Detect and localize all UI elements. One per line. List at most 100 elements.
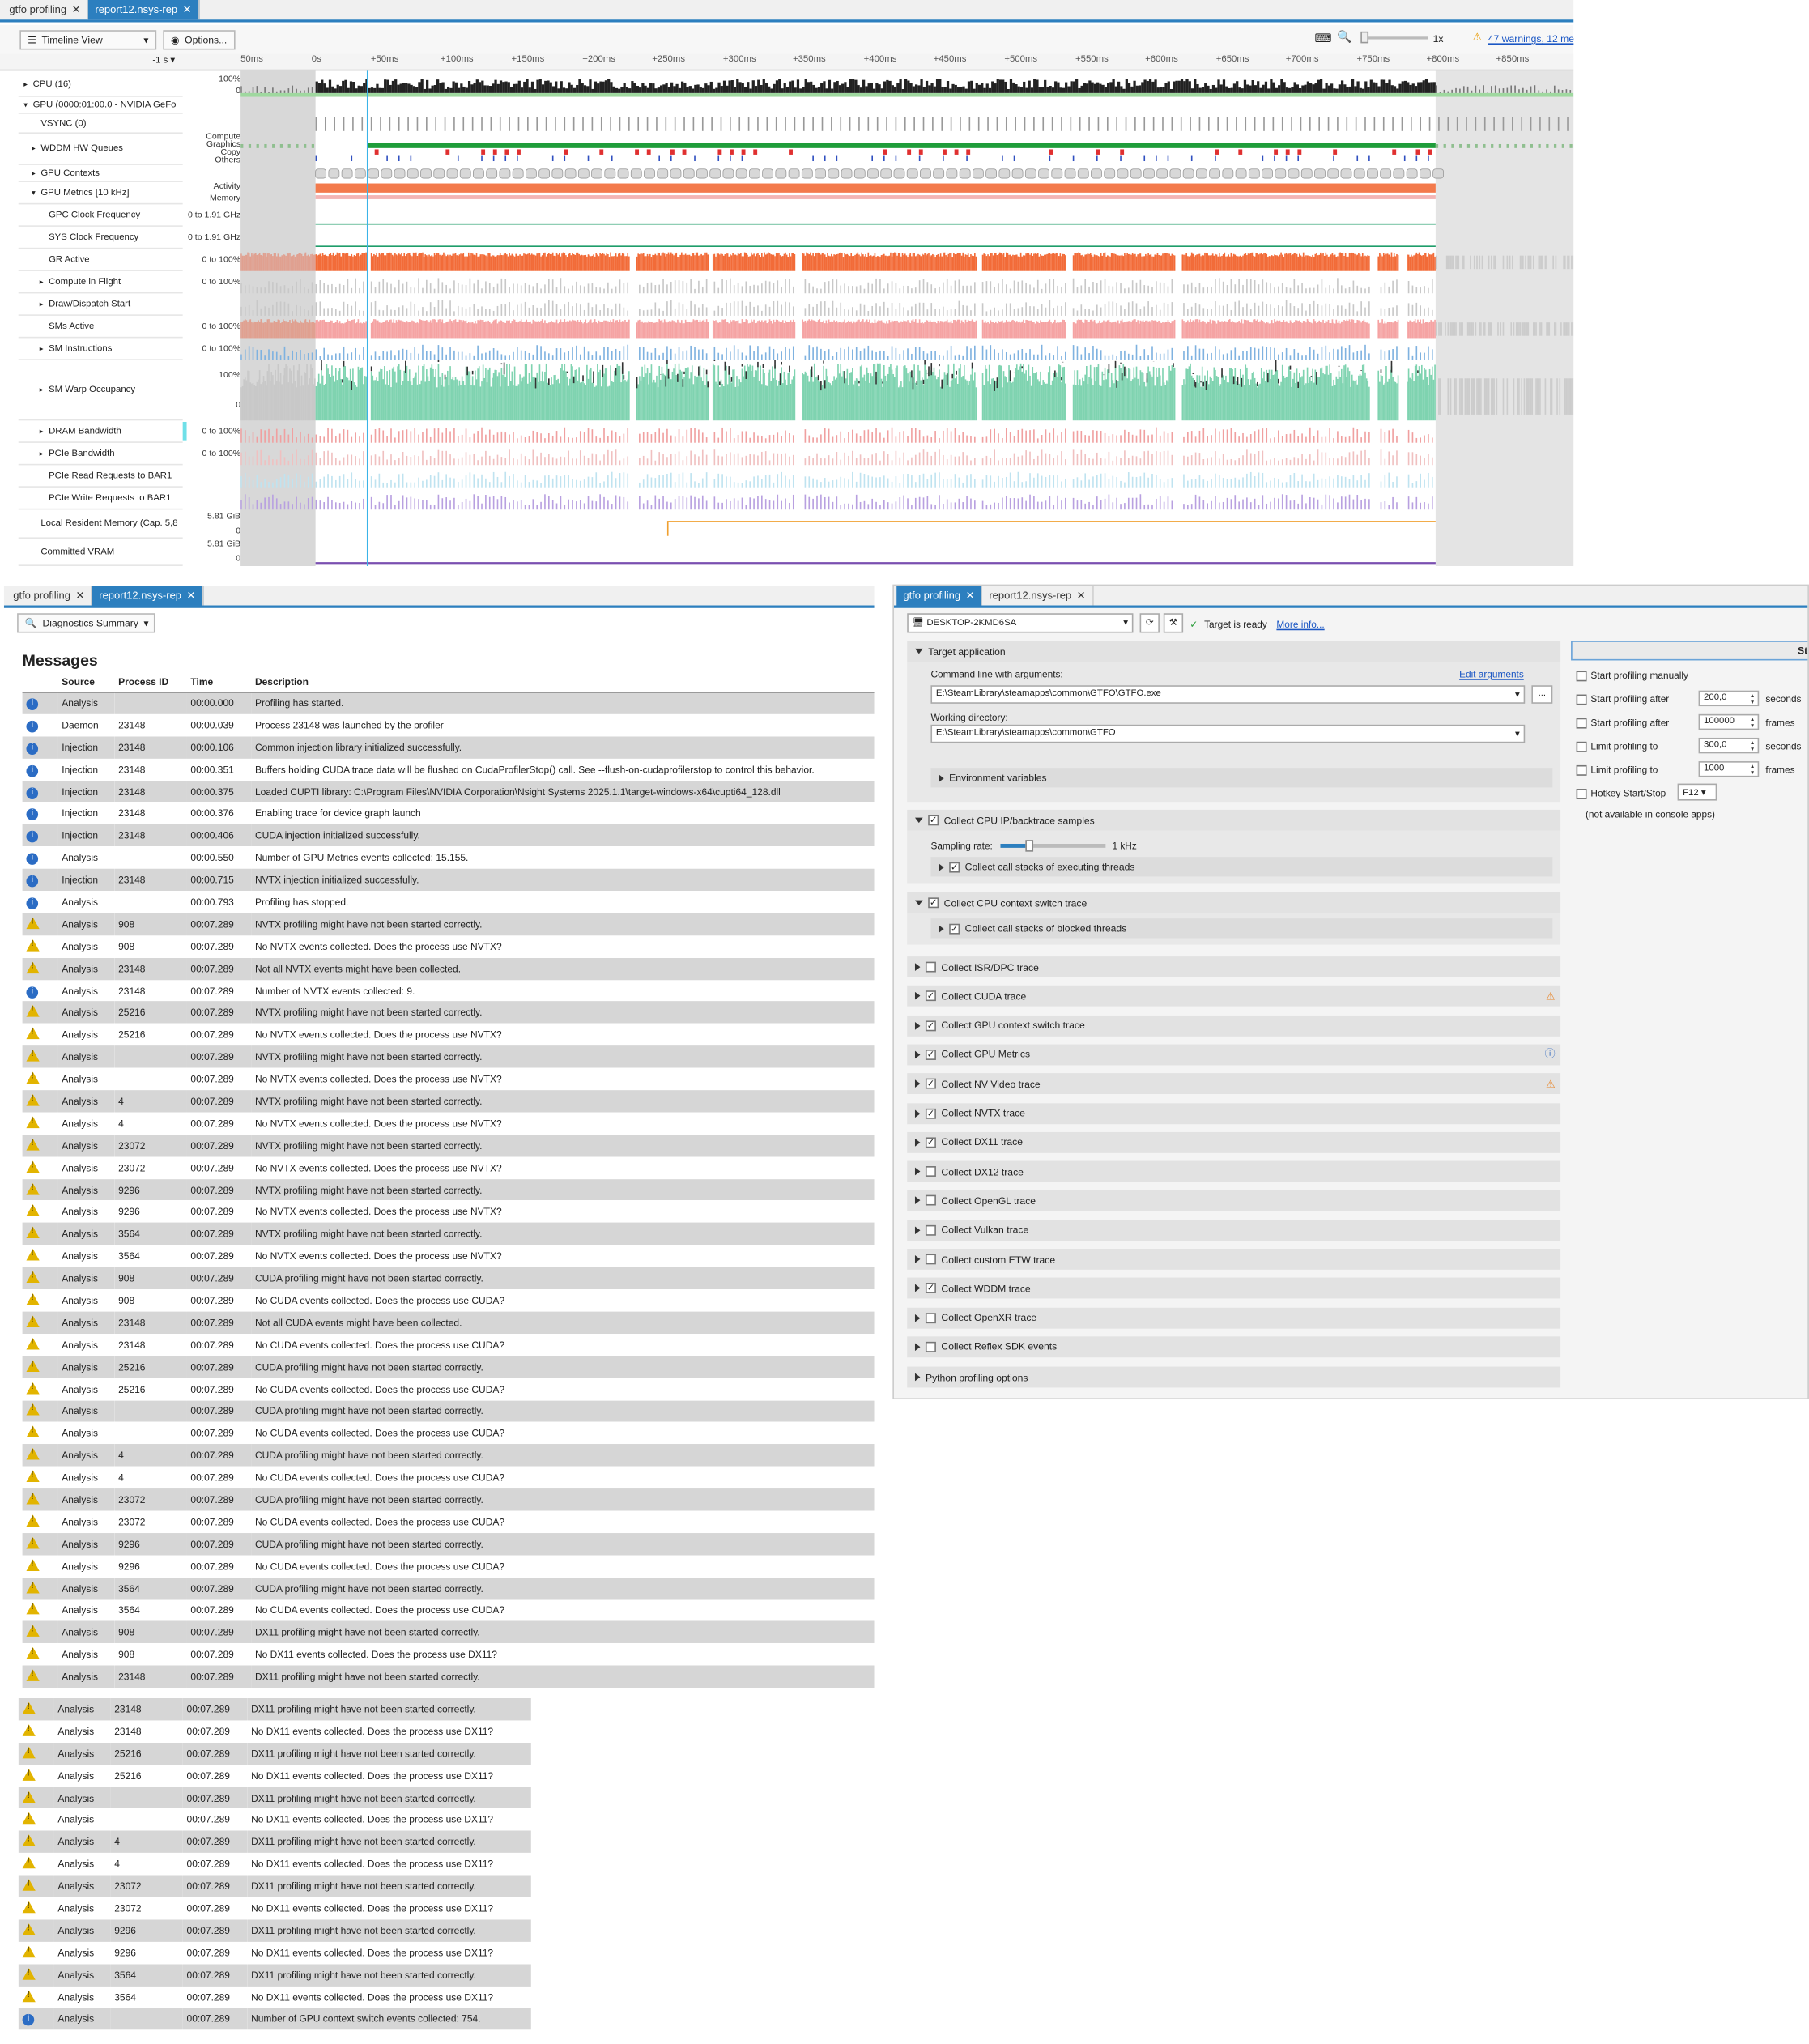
browse-button[interactable]: ... (1531, 685, 1553, 704)
message-row[interactable]: Analysis2307200:07.289CUDA profiling mig… (22, 1488, 875, 1511)
timeline-row-13[interactable]: ▸ SM Warp Occupancy (18, 360, 183, 421)
message-row[interactable]: Analysis2521600:07.289DX11 profiling mig… (18, 1742, 531, 1765)
message-row[interactable]: i Injection 23148 00:00.715 NVTX injection i… (22, 868, 875, 892)
start-after-frames-checkbox[interactable] (1576, 718, 1587, 729)
message-row[interactable]: Analysis400:07.289NVTX profiling might h… (22, 1090, 875, 1113)
message-row[interactable]: Analysis2314800:07.289DX11 profiling mig… (18, 1697, 531, 1721)
timeline-track[interactable] (240, 249, 1574, 271)
message-row[interactable]: i Injection 23148 00:00.406 CUDA injection i… (22, 824, 875, 847)
message-row[interactable]: i Injection 23148 00:00.106 Common injection… (22, 735, 875, 759)
zoom-slider[interactable] (1361, 36, 1428, 40)
limit-frames-checkbox[interactable] (1576, 764, 1587, 776)
sampling-rate-handle[interactable] (1025, 840, 1034, 852)
timeline-row-8[interactable]: GR Active (18, 249, 183, 271)
workdir-input[interactable]: E:\SteamLibrary\steamapps\common\GTFO ▾ (930, 724, 1526, 743)
call-stacks-blocked-section[interactable]: ✓ Collect call stacks of blocked threads (930, 918, 1553, 939)
cmdline-input[interactable]: E:\SteamLibrary\steamapps\common\GTFO\GT… (930, 685, 1526, 704)
message-row[interactable]: Analysis2307200:07.289DX11 profiling mig… (18, 1875, 531, 1897)
timeline-row-11[interactable]: SMs Active (18, 316, 183, 339)
timeline-tab-1[interactable]: report12.nsys-rep ✕ (88, 0, 200, 20)
timeline-track[interactable] (240, 338, 1573, 360)
message-row[interactable]: Analysis2314800:07.289Not all NVTX event… (22, 957, 875, 980)
option-checkbox[interactable]: ✓ (925, 1078, 936, 1089)
option-checkbox[interactable]: ✓ (925, 1137, 936, 1148)
message-row[interactable]: i Analysis 23148 00:07.289 Number of NVTX ev… (23, 980, 875, 1002)
message-row[interactable]: i Injection 23148 00:00.376 Enabling trace f… (23, 803, 875, 824)
zoom-icon[interactable]: 🔍 (1337, 30, 1351, 45)
environment-variables-section[interactable]: Environment variables (930, 768, 1553, 788)
timeline-row-10[interactable]: ▸ Draw/Dispatch Start (18, 293, 183, 316)
option-checkbox[interactable] (925, 1341, 936, 1352)
option-checkbox[interactable]: ✓ (925, 990, 936, 1002)
timeline-track[interactable] (240, 97, 1573, 114)
option-8[interactable]: Collect OpenGL trace (907, 1190, 1561, 1211)
expand-icon[interactable]: ▸ (40, 427, 49, 436)
option-3[interactable]: ✓ Collect GPU Metrics ⓘ (907, 1044, 1561, 1066)
message-row[interactable]: i Analysis 00:00.550 Number of GPU Metrics … (23, 847, 875, 869)
expand-icon[interactable]: ▸ (40, 300, 49, 309)
timeline-track[interactable] (240, 360, 1574, 421)
close-icon[interactable]: ✕ (187, 590, 196, 602)
expand-icon[interactable]: ▸ (40, 277, 49, 287)
message-row[interactable]: Analysis 4 00:07.289 No NVTX events collect… (23, 1113, 875, 1135)
message-row[interactable]: Analysis 00:07.289 No CUDA events collecte… (23, 1422, 875, 1444)
message-row[interactable]: Analysis 00:07.289NVTX profiling might ha… (22, 1045, 875, 1068)
message-row[interactable]: Analysis2521600:07.289CUDA profiling mig… (22, 1356, 875, 1378)
message-row[interactable]: Analysis 908 00:07.289 No CUDA events colle… (23, 1289, 875, 1311)
collapse-icon[interactable]: ▾ (23, 100, 32, 109)
edit-arguments-link[interactable]: Edit arguments (1459, 668, 1524, 680)
message-row[interactable]: Analysis929600:07.289DX11 profiling migh… (18, 1919, 531, 1942)
message-row[interactable]: i Analysis 00:07.289 Number of GPU context … (18, 2008, 531, 2030)
option-checkbox[interactable] (925, 961, 936, 973)
start-after-frames-input[interactable]: 100000 (1698, 713, 1760, 730)
column-description[interactable]: Description (251, 673, 875, 693)
message-row[interactable]: Analysis 25216 00:07.289 No DX11 events col… (19, 1765, 531, 1786)
close-icon[interactable]: ✕ (183, 4, 192, 16)
collapse-icon[interactable]: ▾ (32, 188, 40, 198)
option-checkbox[interactable]: ✓ (925, 1049, 936, 1060)
message-row[interactable]: Analysis 00:07.289 No DX11 events collecte… (19, 1809, 531, 1831)
timeline-track[interactable] (240, 271, 1573, 294)
timeline-tab-0[interactable]: gtfo profiling ✕ (2, 0, 89, 20)
option-9[interactable]: Collect Vulkan trace (907, 1219, 1561, 1241)
timeline-row-0[interactable]: ▸ CPU (16) (18, 74, 183, 97)
column-time[interactable]: Time (186, 673, 252, 693)
refresh-icon[interactable]: ⟳ (1139, 613, 1160, 633)
expand-icon[interactable]: ▸ (23, 80, 32, 89)
diagnostics-view-selector[interactable]: 🔍 Diagnostics Summary ▾ (17, 613, 155, 633)
option-1[interactable]: ✓ Collect CUDA trace ⚠ (907, 986, 1561, 1007)
expand-icon[interactable]: ▸ (40, 385, 49, 394)
timeline-row-7[interactable]: SYS Clock Frequency (18, 227, 183, 249)
message-row[interactable]: Analysis 3564 00:07.289 No NVTX events coll… (23, 1246, 875, 1267)
message-row[interactable]: Analysis 23148 00:07.289 No CUDA events col… (23, 1334, 875, 1356)
option-5[interactable]: ✓ Collect NVTX trace (907, 1102, 1561, 1124)
timeline-row-6[interactable]: GPC Clock Frequency (18, 204, 183, 227)
options-button[interactable]: ◉ Options... (163, 30, 236, 50)
timeline-row-15[interactable]: ▸ PCIe Bandwidth (18, 443, 183, 466)
message-row[interactable]: Analysis 00:07.289 No NVTX events collecte… (23, 1068, 875, 1090)
cpu-ip-checkbox[interactable]: ✓ (928, 815, 939, 826)
limit-seconds-input[interactable]: 300,0 (1698, 737, 1760, 754)
timeline-row-12[interactable]: ▸ SM Instructions (18, 338, 183, 360)
option-6[interactable]: ✓ Collect DX11 trace (907, 1131, 1561, 1153)
start-after-seconds-input[interactable]: 200,0 (1698, 690, 1760, 707)
message-row[interactable]: i Injection 23148 00:00.351 Buffers holding … (23, 758, 875, 780)
timeline-track[interactable] (240, 465, 1573, 488)
close-icon[interactable]: ✕ (966, 590, 975, 602)
column-process-id[interactable]: Process ID (114, 673, 187, 693)
timeline-row-18[interactable]: Local Resident Memory (Cap. 5,8 (18, 509, 183, 539)
timeline-track[interactable] (240, 509, 1573, 539)
python-options-section[interactable]: Python profiling options (907, 1366, 1561, 1388)
view-selector[interactable]: ☰ Timeline View ▾ (19, 30, 157, 50)
diagnostics-tab-1[interactable]: report12.nsys-rep ✕ (92, 586, 204, 606)
message-row[interactable]: Analysis 00:07.289CUDA profiling might ha… (22, 1399, 875, 1423)
cpu-context-section[interactable]: ✓ Collect CPU context switch trace (907, 892, 1561, 913)
message-row[interactable]: Analysis 4 00:07.289 No DX11 events collect… (19, 1853, 531, 1875)
limit-seconds-checkbox[interactable] (1576, 741, 1587, 752)
message-row[interactable]: Analysis 908 00:07.289 No DX11 events colle… (23, 1643, 875, 1665)
timeline-track[interactable] (240, 293, 1573, 316)
timeline-row-3[interactable]: ▸ WDDM HW Queues (18, 134, 183, 165)
option-2[interactable]: ✓ Collect GPU context switch trace (907, 1015, 1561, 1037)
message-row[interactable]: Analysis2307200:07.289NVTX profiling mig… (22, 1134, 875, 1157)
option-checkbox[interactable] (925, 1166, 936, 1177)
